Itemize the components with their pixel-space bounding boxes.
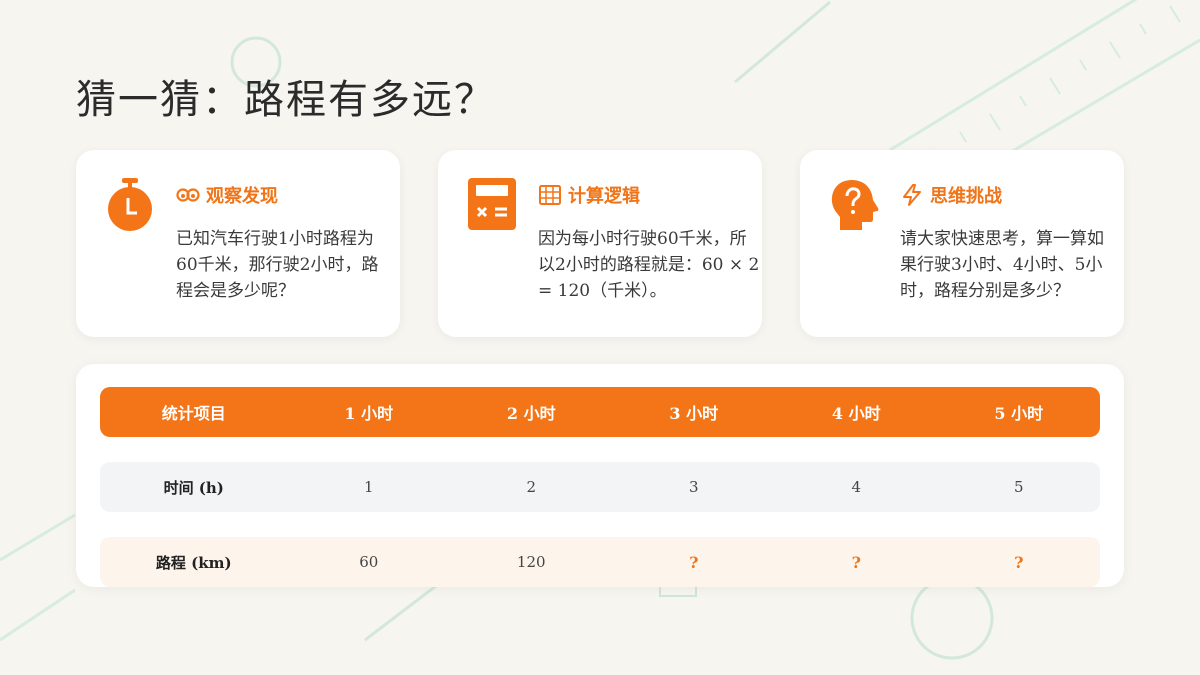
abacus-icon [539,185,561,205]
eyes-icon [176,188,200,202]
table-cell: 5 [1013,478,1024,496]
table-cell: 4 [851,478,862,496]
table-header-cell: 1 小时 [344,404,394,423]
card-calc-text: 因为每小时行驶60千米，所以2小时的路程就是：60 × 2 = 120（千米）。 [538,229,760,301]
card-calc-header: 计算逻辑 [538,182,640,208]
table-cell: 60 [359,553,379,571]
unknown-cell: ? [689,552,699,572]
table-header-cell: 4 小时 [831,404,881,423]
card-observe-text: 已知汽车行驶1小时路程为60千米，那行驶2小时，路程会是多少呢？ [176,229,379,301]
card-observe-title: 观察发现 [206,186,278,207]
card-challenge-title: 思维挑战 [930,186,1002,207]
head-question-icon [831,180,879,230]
card-challenge-header: 思维挑战 [900,182,1002,208]
table-cell: 120 [516,553,546,571]
unknown-cell: ? [851,552,861,572]
card-observe: 观察发现 已知汽车行驶1小时路程为60千米，那行驶2小时，路程会是多少呢？ [76,150,400,337]
table-cell: 1 [363,478,374,496]
card-calc: 计算逻辑 因为每小时行驶60千米，所以2小时的路程就是：60 × 2 = 120… [438,150,762,337]
stopwatch-icon [108,178,152,231]
row-label: 路程 (km) [155,553,232,572]
table-row-distance: 路程 (km) 60 120 ? ? ? [100,537,1100,587]
distance-table: 统计项目 1 小时 2 小时 3 小时 4 小时 5 小时 时间 (h) 1 2… [76,364,1124,587]
table-row-time: 时间 (h) 1 2 3 4 5 [100,462,1100,512]
table-header-cell: 2 小时 [506,404,556,423]
table-header-cell: 统计项目 [161,404,226,423]
calculator-icon [468,178,516,230]
table-header-row: 统计项目 1 小时 2 小时 3 小时 4 小时 5 小时 [100,387,1100,437]
row-label: 时间 (h) [163,478,224,497]
table-cell: 3 [688,478,699,496]
card-challenge: 思维挑战 请大家快速思考，算一算如果行驶3小时、4小时、5小时，路程分别是多少？ [800,150,1124,337]
unknown-cell: ? [1014,552,1024,572]
card-calc-title: 计算逻辑 [568,186,640,207]
table-header-cell: 5 小时 [994,404,1044,423]
table-cell: 2 [526,478,537,496]
page-title: 猜一猜：路程有多远？ [76,77,496,123]
card-challenge-text: 请大家快速思考，算一算如果行驶3小时、4小时、5小时，路程分别是多少？ [900,229,1104,301]
lightning-icon [903,184,921,206]
card-observe-header: 观察发现 [176,182,278,208]
table-header-cell: 3 小时 [669,404,719,423]
